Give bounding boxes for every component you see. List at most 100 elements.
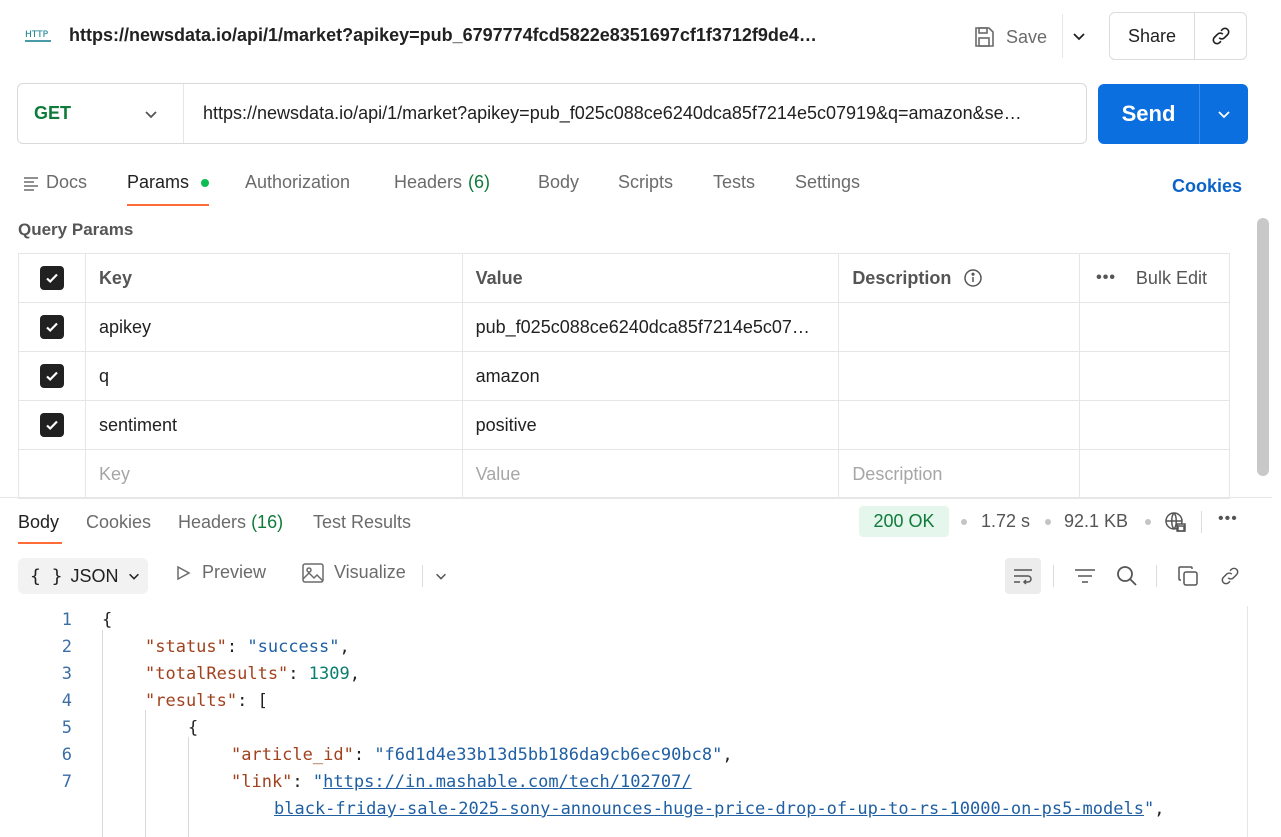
save-options-button[interactable] xyxy=(1062,14,1094,58)
param-description-input[interactable] xyxy=(839,352,1081,400)
tab-authorization[interactable]: Authorization xyxy=(245,172,350,193)
copy-link-button[interactable] xyxy=(1212,558,1248,594)
code-line: "totalResults": 1309, xyxy=(145,664,360,684)
copy-icon xyxy=(1178,566,1198,586)
json-key: "link" xyxy=(231,772,293,792)
code-token: { xyxy=(188,718,199,738)
response-body-editor[interactable]: 1 2 3 4 5 6 7 { "status": "success", "to… xyxy=(0,606,1250,837)
response-tab-test-results[interactable]: Test Results xyxy=(313,512,411,533)
param-key-input[interactable]: sentiment xyxy=(86,401,463,449)
row-checkbox[interactable] xyxy=(39,413,64,437)
chevron-down-icon xyxy=(128,573,139,580)
save-button[interactable]: Save xyxy=(972,22,1047,52)
info-icon[interactable] xyxy=(963,268,983,288)
new-key-input[interactable]: Key xyxy=(86,450,463,498)
row-checkbox[interactable] xyxy=(39,315,64,339)
indent-guide xyxy=(188,737,189,837)
wrap-lines-button[interactable] xyxy=(1005,558,1041,594)
network-globe-icon[interactable] xyxy=(1163,510,1187,537)
line-number: 1 xyxy=(61,610,72,630)
method-select[interactable]: GET xyxy=(18,84,184,143)
param-key-input[interactable]: q xyxy=(86,352,463,400)
params-scrollbar[interactable] xyxy=(1257,218,1269,476)
response-time[interactable]: 1.72 s xyxy=(981,511,1030,532)
param-key-input[interactable]: apikey xyxy=(86,303,463,351)
params-active-dot xyxy=(201,178,210,187)
url-input[interactable]: https://newsdata.io/api/1/market?apikey=… xyxy=(184,103,1086,124)
select-all-checkbox[interactable] xyxy=(39,266,64,290)
json-number: 1309 xyxy=(308,664,350,684)
status-badge[interactable]: 200 OK xyxy=(859,506,949,537)
tab-scripts[interactable]: Scripts xyxy=(618,172,673,193)
tab-tests[interactable]: Tests xyxy=(713,172,755,193)
query-params-table: Key Value Description ••• Bulk Edit apik… xyxy=(18,253,1230,499)
save-icon xyxy=(975,27,994,47)
copy-link-button[interactable] xyxy=(1194,13,1246,59)
editor-edge xyxy=(1247,606,1248,837)
filter-button[interactable] xyxy=(1067,558,1103,594)
code-line: { xyxy=(188,718,198,738)
param-value-input[interactable]: positive xyxy=(463,401,840,449)
tab-docs[interactable]: Docs xyxy=(22,172,87,193)
more-options-icon[interactable]: ••• xyxy=(1218,510,1238,528)
pane-divider[interactable] xyxy=(0,497,1272,498)
response-tab-cookies[interactable]: Cookies xyxy=(86,512,151,533)
response-format-select[interactable]: { } JSON xyxy=(18,558,148,594)
svg-text:HTTP: HTTP xyxy=(25,30,49,40)
visualize-button[interactable]: Visualize xyxy=(302,562,406,583)
send-options-button[interactable] xyxy=(1199,84,1248,144)
preview-label: Preview xyxy=(202,562,267,582)
share-button-group: Share xyxy=(1109,12,1247,60)
code-line: "article_id": "f6d1d4e33b13d5bb186da9cb6… xyxy=(231,745,733,765)
response-tab-body[interactable]: Body xyxy=(18,512,59,533)
param-value-input[interactable]: pub_f025c088ce6240dca85f7214e5c07… xyxy=(463,303,840,351)
more-options-icon[interactable]: ••• xyxy=(1096,269,1116,287)
toolbar-divider xyxy=(1053,565,1054,587)
param-description-input[interactable] xyxy=(839,401,1081,449)
tab-settings[interactable]: Settings xyxy=(795,172,860,193)
code-line: { xyxy=(102,610,112,630)
json-link[interactable]: https://in.mashable.com/tech/102707/ xyxy=(323,772,691,792)
save-label: Save xyxy=(1006,26,1048,47)
toolbar-divider xyxy=(1156,565,1157,587)
json-key: "results" xyxy=(145,691,238,711)
json-link[interactable]: black-friday-sale-2025-sony-announces-hu… xyxy=(274,799,1144,819)
tab-params[interactable]: Params xyxy=(127,172,210,193)
http-request-icon: HTTP xyxy=(24,25,52,47)
new-value-input[interactable]: Value xyxy=(463,450,840,498)
line-number: 5 xyxy=(61,718,72,738)
table-row: sentiment positive xyxy=(19,401,1230,450)
row-extra-cell xyxy=(1080,401,1230,449)
request-url-bar: GET https://newsdata.io/api/1/market?api… xyxy=(17,83,1087,144)
chevron-down-icon xyxy=(145,110,157,118)
tab-headers[interactable]: Headers (6) xyxy=(394,172,490,193)
chevron-down-icon xyxy=(1218,111,1230,119)
response-tab-headers-label: Headers xyxy=(178,512,247,532)
tab-authorization-label: Authorization xyxy=(245,172,351,192)
json-key: "article_id" xyxy=(231,745,354,765)
param-value-input[interactable]: amazon xyxy=(463,352,840,400)
cookies-link[interactable]: Cookies xyxy=(1172,176,1242,197)
visualize-options-button[interactable] xyxy=(423,558,459,594)
copy-button[interactable] xyxy=(1170,558,1206,594)
preview-button[interactable]: Preview xyxy=(174,562,266,583)
search-button[interactable] xyxy=(1109,558,1145,594)
code-token: [ xyxy=(257,691,268,711)
response-tab-headers[interactable]: Headers (16) xyxy=(178,512,283,533)
row-checkbox[interactable] xyxy=(39,364,64,388)
bulk-edit-cell: ••• Bulk Edit xyxy=(1080,254,1230,302)
check-icon xyxy=(46,371,58,382)
code-line: "status": "success", xyxy=(145,637,350,657)
line-number: 3 xyxy=(61,664,72,684)
bulk-edit-button[interactable]: Bulk Edit xyxy=(1136,268,1207,289)
send-button[interactable]: Send xyxy=(1098,101,1199,127)
new-description-input[interactable]: Description xyxy=(839,450,1081,498)
share-button[interactable]: Share xyxy=(1110,26,1194,47)
tab-body[interactable]: Body xyxy=(538,172,579,193)
send-button-group: Send xyxy=(1098,84,1248,144)
param-description-input[interactable] xyxy=(839,303,1081,351)
request-title[interactable]: https://newsdata.io/api/1/market?apikey=… xyxy=(69,25,859,46)
check-icon xyxy=(46,420,58,431)
response-size[interactable]: 92.1 KB xyxy=(1064,511,1128,532)
tab-body-label: Body xyxy=(538,172,580,192)
